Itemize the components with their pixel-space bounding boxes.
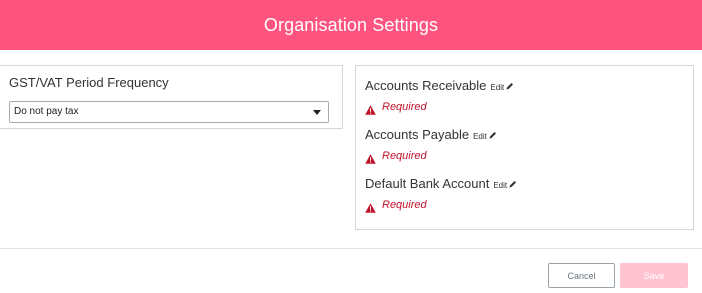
required-message: Required bbox=[382, 150, 427, 162]
gst-frequency-select[interactable]: Do not pay tax bbox=[9, 101, 329, 123]
gst-frequency-value: Do not pay tax bbox=[14, 106, 79, 117]
footer-divider bbox=[0, 248, 702, 249]
gst-panel: GST/VAT Period Frequency Do not pay tax bbox=[0, 65, 343, 129]
warning-icon bbox=[365, 200, 376, 213]
warning-icon bbox=[365, 151, 376, 164]
pencil-icon[interactable] bbox=[509, 175, 517, 193]
page-title: Organisation Settings bbox=[263, 14, 439, 35]
accounts-panel: Accounts Receivable Edit Required Accoun… bbox=[355, 65, 694, 230]
accounts-receivable-edit-link[interactable]: Edit bbox=[490, 83, 504, 92]
warning-icon bbox=[365, 102, 376, 115]
required-message: Required bbox=[382, 199, 427, 211]
pencil-icon[interactable] bbox=[489, 126, 497, 144]
accounts-receivable-row: Accounts Receivable Edit bbox=[365, 77, 514, 95]
save-button[interactable]: Save bbox=[620, 263, 688, 288]
default-bank-account-label: Default Bank Account bbox=[365, 176, 490, 191]
accounts-payable-label: Accounts Payable bbox=[365, 127, 470, 142]
accounts-receivable-label: Accounts Receivable bbox=[365, 78, 487, 93]
accounts-payable-error: Required bbox=[365, 150, 427, 164]
pencil-icon[interactable] bbox=[506, 77, 514, 95]
cancel-button[interactable]: Cancel bbox=[548, 263, 615, 288]
default-bank-account-error: Required bbox=[365, 199, 427, 213]
gst-label: GST/VAT Period Frequency bbox=[9, 75, 169, 90]
default-bank-account-edit-link[interactable]: Edit bbox=[493, 181, 507, 190]
accounts-payable-edit-link[interactable]: Edit bbox=[473, 132, 487, 141]
required-message: Required bbox=[382, 101, 427, 113]
header-bar: Organisation Settings bbox=[0, 0, 702, 50]
chevron-down-icon bbox=[313, 110, 321, 115]
default-bank-account-row: Default Bank Account Edit bbox=[365, 175, 517, 193]
accounts-payable-row: Accounts Payable Edit bbox=[365, 126, 497, 144]
accounts-receivable-error: Required bbox=[365, 101, 427, 115]
